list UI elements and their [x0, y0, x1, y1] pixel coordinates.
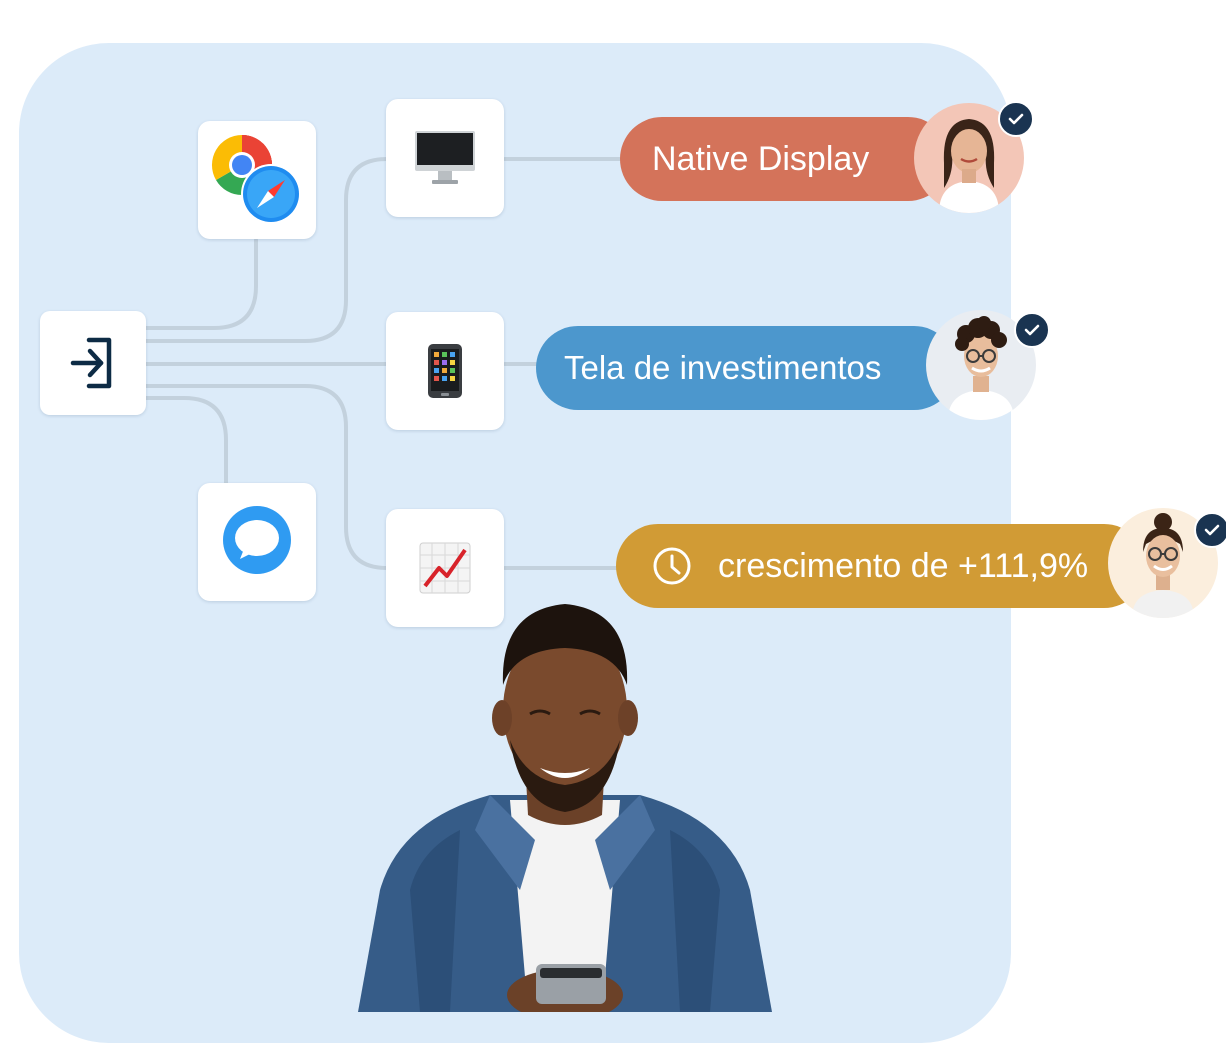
- connector-entry-browsers: [144, 238, 258, 330]
- chart-increasing-icon: [419, 542, 471, 594]
- check-icon: [1204, 524, 1220, 536]
- check-icon: [1008, 113, 1024, 125]
- browsers-node[interactable]: [198, 121, 316, 239]
- check-badge-tela: [1014, 312, 1050, 348]
- check-badge-native: [998, 101, 1034, 137]
- tela-investimentos-label: Tela de investimentos: [564, 349, 882, 386]
- native-display-label: Native Display: [652, 139, 870, 178]
- man-with-phone-photo: [358, 604, 772, 1012]
- desktop-monitor-icon: [415, 131, 475, 184]
- login-arrow-icon: [70, 337, 112, 389]
- chat-bubble-icon: [223, 506, 291, 574]
- check-badge-growth: [1194, 512, 1226, 548]
- entry-node[interactable]: [40, 311, 146, 415]
- mobile-phone-icon: [428, 344, 462, 398]
- result-pill-tela-investimentos[interactable]: Tela de investimentos: [536, 326, 956, 410]
- chrome-safari-icon: [211, 135, 301, 224]
- chat-node[interactable]: [198, 483, 316, 601]
- growth-label: crescimento de +111,9%: [718, 546, 1089, 585]
- desktop-node[interactable]: [386, 99, 504, 217]
- check-icon: [1024, 324, 1040, 336]
- connector-entry-chat: [144, 396, 228, 486]
- mobile-node[interactable]: [386, 312, 504, 430]
- clock-icon: [653, 547, 691, 585]
- result-pill-native-display[interactable]: Native Display: [620, 117, 950, 201]
